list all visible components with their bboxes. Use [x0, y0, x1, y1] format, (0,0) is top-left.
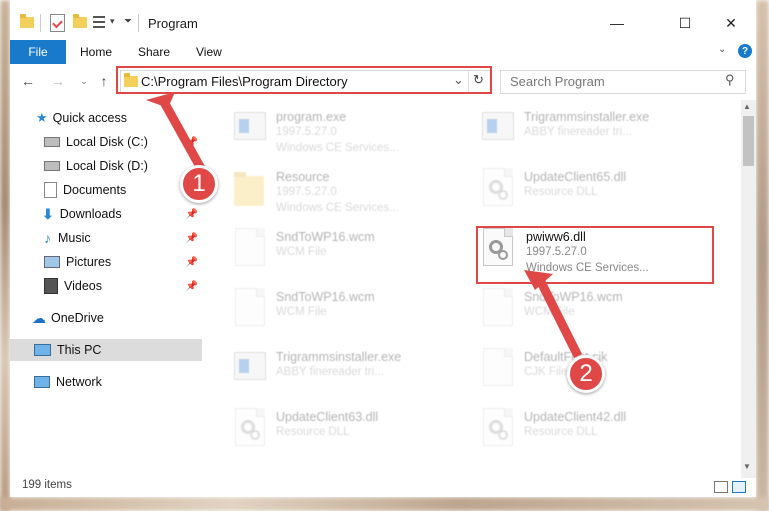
arrow-1	[146, 92, 207, 175]
annotation-arrows	[146, 92, 583, 359]
arrow-2	[524, 270, 583, 359]
step-1-badge: 1	[180, 165, 218, 203]
step-2-badge: 2	[567, 355, 605, 393]
